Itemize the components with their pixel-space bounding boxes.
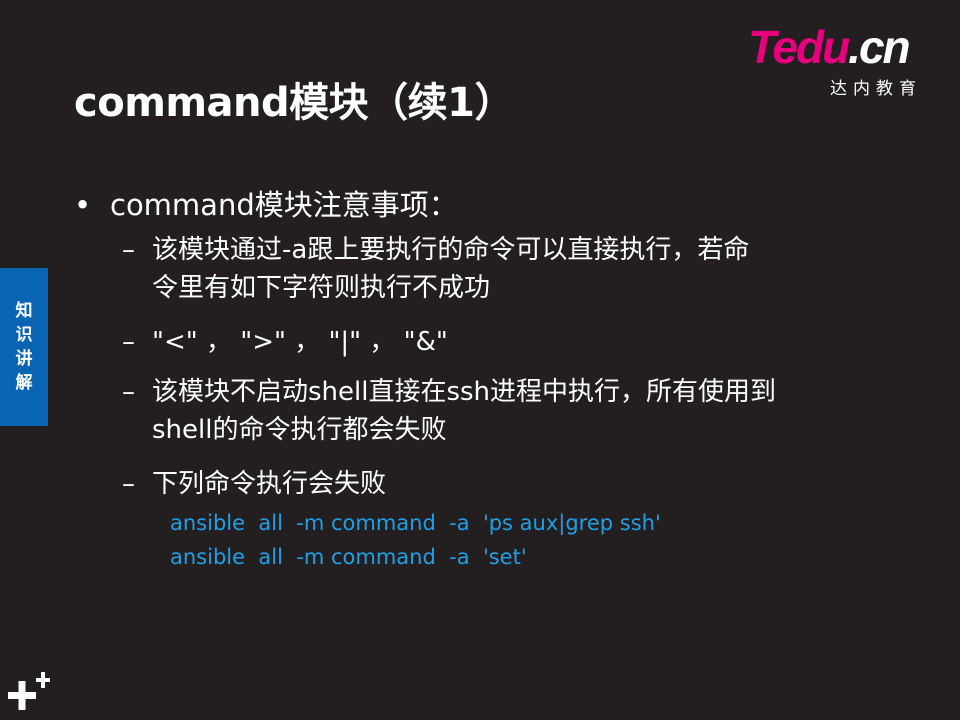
sub-item-line: 令里有如下字符则执行不成功 [152,273,491,303]
bullet-text: command模块注意事项： [110,188,458,222]
side-tab-char: 识 [15,325,33,345]
slide-title: command模块（续1） [74,80,514,126]
code-line: ansible all -m command -a 'set' [170,545,527,569]
sub-item: – 该模块通过-a跟上要执行的命令可以直接执行，若命 令里有如下字符则执行不成功 [122,231,749,307]
main-bullet: • command模块注意事项： [74,182,458,224]
sub-item-line: 下列命令执行会失败 [152,469,387,499]
sub-item-line: 该模块通过-a跟上要执行的命令可以直接执行，若命 [152,235,750,265]
sub-item-line: 该模块不启动shell直接在ssh进程中执行，所有使用到 [152,377,777,407]
side-tab-char: 讲 [15,349,33,369]
tedu-logo: Tedu.cn 达内教育 [748,24,933,104]
code-line: ansible all -m command -a 'ps aux|grep s… [170,511,661,535]
sub-item: – "<" ， ">" ， "|" ， "&" [122,323,448,361]
sub-item-line: "<" ， ">" ， "|" ， "&" [152,327,448,357]
logo-brand-suffix: .cn [848,21,910,73]
knowledge-tab: 知 识 讲 解 [0,268,48,426]
plus-plus-icon [8,672,50,710]
sub-item-line: shell的命令执行都会失败 [152,415,447,445]
sub-item: – 下列命令执行会失败 [122,465,386,503]
logo-brand-main: Tedu [748,21,850,73]
sub-item-marker: – [122,327,135,357]
sub-item-marker: – [122,469,135,499]
sub-item-marker: – [122,235,135,265]
sub-item-marker: – [122,377,135,407]
side-tab-char: 解 [15,373,33,393]
side-tab-char: 知 [15,301,33,321]
logo-wordmark: Tedu.cn [748,21,911,73]
sub-item: – 该模块不启动shell直接在ssh进程中执行，所有使用到 shell的命令执… [122,373,776,449]
logo-subtitle: 达内教育 [830,79,922,99]
bullet-marker: • [74,188,92,222]
